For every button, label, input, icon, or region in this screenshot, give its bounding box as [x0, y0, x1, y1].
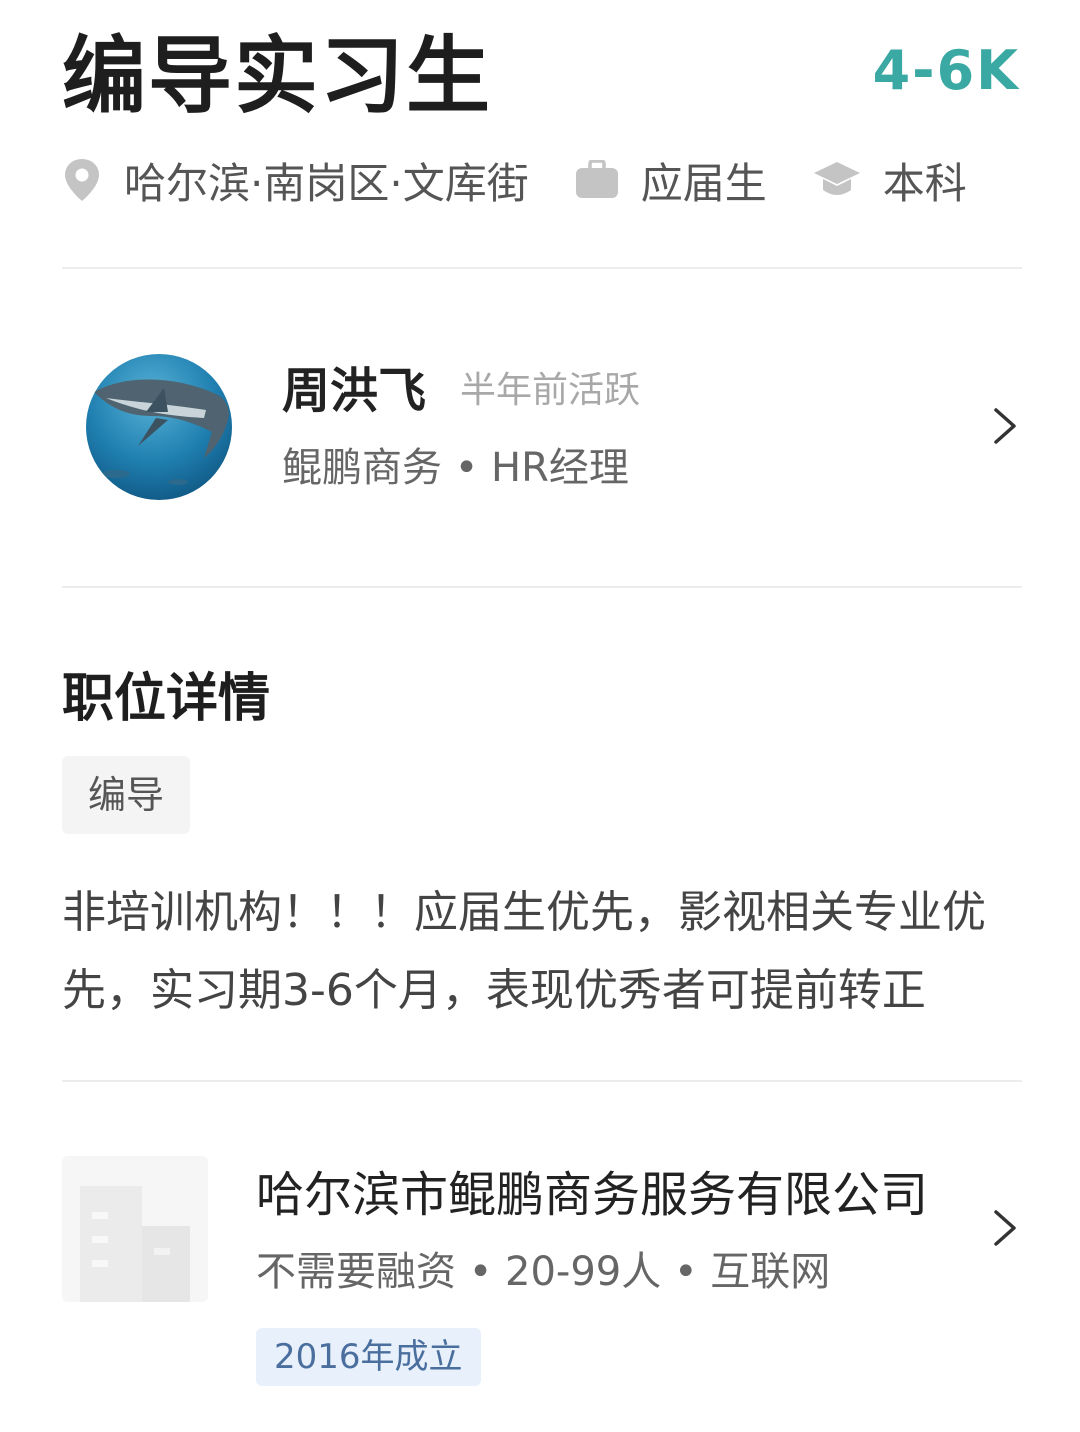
divider	[62, 1080, 1022, 1082]
experience-item: 应届生	[575, 150, 767, 211]
job-meta-row: 哈尔滨·南岗区·文库街 应届生 本科	[62, 150, 1013, 210]
company-meta: 不需要融资 • 20-99人 • 互联网	[256, 1249, 831, 1295]
avatar[interactable]	[86, 354, 232, 500]
section-title: 职位详情	[62, 669, 271, 729]
briefcase-icon	[575, 160, 618, 198]
building-icon	[62, 1156, 208, 1302]
chevron-right-icon[interactable]	[992, 1208, 1018, 1248]
education-item: 本科	[813, 150, 967, 211]
company-logo[interactable]	[62, 1156, 208, 1302]
location-item: 哈尔滨·南岗区·文库街	[62, 150, 529, 211]
skill-tag: 编导	[62, 756, 191, 834]
graduation-cap-icon	[813, 162, 860, 195]
education-text: 本科	[882, 158, 967, 208]
recruiter-company-role: 鲲鹏商务 • HR经理	[282, 445, 629, 491]
divider	[62, 267, 1022, 269]
recruiter-name: 周洪飞	[282, 363, 427, 419]
company-name: 哈尔滨市鲲鹏商务服务有限公司	[256, 1167, 929, 1223]
divider	[62, 586, 1022, 588]
location-text: 哈尔滨·南岗区·文库街	[124, 158, 529, 208]
salary: 4-6K	[872, 39, 1020, 102]
job-title: 编导实习生	[62, 27, 493, 125]
chevron-right-icon[interactable]	[992, 406, 1018, 446]
recruiter-active-status: 半年前活跃	[460, 370, 641, 411]
experience-text: 应届生	[640, 158, 767, 208]
founded-badge: 2016年成立	[256, 1328, 481, 1386]
shark-photo	[86, 354, 232, 500]
location-pin-icon	[65, 159, 99, 201]
job-description: 非培训机构！！！应届生优先，影视相关专业优先，实习期3-6个月，表现优秀者可提前…	[62, 887, 986, 1016]
